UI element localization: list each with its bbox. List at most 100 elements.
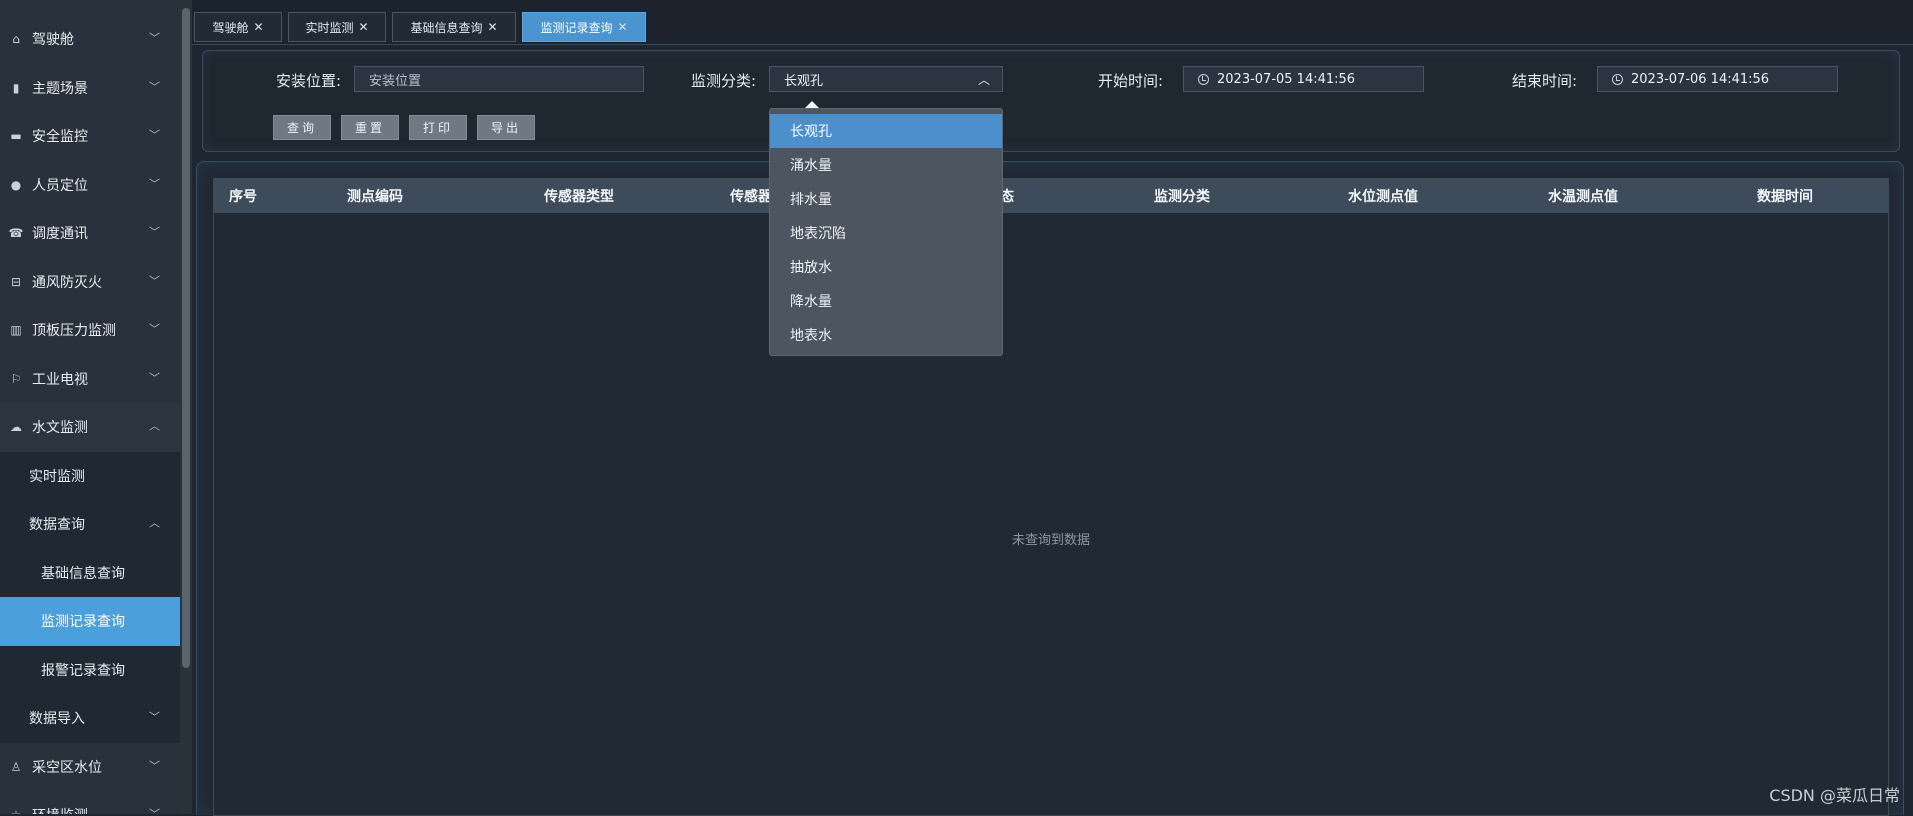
tab-label: 基础信息查询 xyxy=(410,20,483,35)
chevron-up-icon: ︿ xyxy=(149,419,160,433)
sidebar-item-label: 监测记录查询 xyxy=(41,614,125,631)
sidebar-item-theme-scene[interactable]: ▮ 主题场景 ﹀ xyxy=(0,64,182,113)
col-sensor: 传感器 xyxy=(730,189,772,205)
chevron-down-icon: ﹀ xyxy=(149,371,160,385)
col-data-time: 数据时间 xyxy=(1757,189,1813,205)
sidebar-item-label: 顶板压力监测 xyxy=(32,323,116,340)
sidebar-item-label: 水文监测 xyxy=(32,420,88,437)
sidebar-item-basic-info-query[interactable]: 基础信息查询 xyxy=(0,549,182,598)
sidebar-item-label: 通风防灭火 xyxy=(32,274,102,291)
monitor-icon: ▬ xyxy=(10,129,22,144)
dropdown-option-drainage[interactable]: 排水量 xyxy=(770,182,1002,216)
dropdown-option-inflow[interactable]: 涌水量 xyxy=(770,148,1002,182)
flag-icon: ⚐ xyxy=(10,371,22,386)
dropdown-pointer xyxy=(805,101,819,108)
location-input[interactable]: 安装位置 xyxy=(354,66,644,92)
cloud-icon: ☁ xyxy=(10,420,22,435)
print-button[interactable]: 打印 xyxy=(409,115,467,140)
close-icon[interactable]: ✕ xyxy=(617,20,627,34)
dropdown-option-subsidence[interactable]: 地表沉陷 xyxy=(770,216,1002,250)
sidebar-item-label: 调度通讯 xyxy=(32,226,88,243)
col-index: 序号 xyxy=(229,189,257,205)
chevron-up-icon: ︿ xyxy=(977,73,990,87)
sidebar-item-alarm-record-query[interactable]: 报警记录查询 xyxy=(0,646,182,695)
close-icon[interactable]: ✕ xyxy=(487,20,497,34)
col-sensor-type: 传感器类型 xyxy=(544,189,614,205)
sidebar: ⌂ 驾驶舱 ﹀ ▮ 主题场景 ﹀ ▬ 安全监控 ﹀ ● 人员定位 ﹀ ☎ 调度通… xyxy=(0,0,182,814)
chevron-down-icon: ﹀ xyxy=(149,322,160,336)
tab-label: 驾驶舱 xyxy=(212,20,249,35)
person-icon: ♙ xyxy=(10,759,22,774)
sidebar-item-label: 基础信息查询 xyxy=(41,565,125,582)
chevron-down-icon: ﹀ xyxy=(149,80,160,94)
sidebar-item-label: 环境监测 xyxy=(32,805,88,814)
end-time-value: 2023-07-06 14:41:56 xyxy=(1631,71,1770,87)
dropdown-option-precipitation[interactable]: 降水量 xyxy=(770,284,1002,318)
end-time-picker[interactable]: 2023-07-06 14:41:56 xyxy=(1597,66,1838,92)
close-icon[interactable]: ✕ xyxy=(253,20,263,34)
category-dropdown: 长观孔 涌水量 排水量 地表沉陷 抽放水 降水量 地表水 xyxy=(769,108,1003,356)
sidebar-menu: ⌂ 驾驶舱 ﹀ ▮ 主题场景 ﹀ ▬ 安全监控 ﹀ ● 人员定位 ﹀ ☎ 调度通… xyxy=(0,15,182,814)
reset-button[interactable]: 重置 xyxy=(341,115,399,140)
chevron-down-icon: ﹀ xyxy=(149,274,160,288)
sidebar-item-hydrology[interactable]: ☁ 水文监测 ︿ xyxy=(0,403,182,452)
submenu-hydrology: 实时监测 数据查询 ︿ 基础信息查询 监测记录查询 报警记录查询 数据导入 ﹀ xyxy=(0,451,182,743)
sidebar-item-label: 人员定位 xyxy=(32,177,88,194)
chevron-down-icon: ﹀ xyxy=(149,31,160,45)
sidebar-item-data-query[interactable]: 数据查询 ︿ xyxy=(0,500,182,549)
sidebar-item-environment[interactable]: ☆ 环境监测 ﹀ xyxy=(0,791,182,814)
col-water-level: 水位测点值 xyxy=(1348,189,1418,205)
sidebar-item-roof-pressure[interactable]: ▥ 顶板压力监测 ﹀ xyxy=(0,306,182,355)
sidebar-item-label: 数据查询 xyxy=(29,517,85,534)
chevron-down-icon: ﹀ xyxy=(149,710,160,724)
start-time-label: 开始时间: xyxy=(1098,72,1164,90)
chevron-down-icon: ﹀ xyxy=(149,806,160,814)
location-label: 安装位置: xyxy=(276,72,342,90)
sidebar-item-monitor-record-query[interactable]: 监测记录查询 xyxy=(0,597,182,646)
tab-cockpit[interactable]: 驾驶舱 ✕ xyxy=(194,12,282,42)
export-button[interactable]: 导出 xyxy=(477,115,535,140)
star-icon: ☆ xyxy=(9,808,23,814)
search-button[interactable]: 查询 xyxy=(273,115,331,140)
sidebar-item-cockpit[interactable]: ⌂ 驾驶舱 ﹀ xyxy=(0,15,182,64)
dropdown-option-pumping[interactable]: 抽放水 xyxy=(770,250,1002,284)
sidebar-item-realtime[interactable]: 实时监测 xyxy=(0,452,182,501)
tab-realtime[interactable]: 实时监测 ✕ xyxy=(288,12,386,42)
clock-icon xyxy=(1612,73,1623,85)
home-icon: ⌂ xyxy=(12,32,20,47)
sidebar-item-data-import[interactable]: 数据导入 ﹀ xyxy=(0,694,182,743)
col-point-code: 测点编码 xyxy=(347,189,403,205)
tab-label: 实时监测 xyxy=(305,20,354,35)
sidebar-scrollbar-thumb[interactable] xyxy=(182,8,190,668)
user-icon: ● xyxy=(10,177,22,192)
sidebar-item-industrial-tv[interactable]: ⚐ 工业电视 ﹀ xyxy=(0,355,182,404)
submenu-data-query: 基础信息查询 监测记录查询 报警记录查询 xyxy=(0,549,182,695)
start-time-value: 2023-07-05 14:41:56 xyxy=(1217,71,1356,87)
dropdown-option-surface-water[interactable]: 地表水 xyxy=(770,318,1002,352)
sidebar-item-dispatch[interactable]: ☎ 调度通讯 ﹀ xyxy=(0,209,182,258)
sidebar-item-label: 实时监测 xyxy=(29,468,85,485)
sidebar-item-label: 数据导入 xyxy=(29,711,85,728)
empty-state-text: 未查询到数据 xyxy=(1011,533,1090,548)
data-table: 序号 测点编码 传感器类型 传感器 态 监测分类 水位测点值 水温测点值 数据时… xyxy=(213,178,1889,816)
close-icon[interactable]: ✕ xyxy=(358,20,368,34)
tab-monitor-record[interactable]: 监测记录查询 ✕ xyxy=(522,12,646,42)
tab-label: 监测记录查询 xyxy=(540,20,613,35)
tab-bar: 驾驶舱 ✕ 实时监测 ✕ 基础信息查询 ✕ 监测记录查询 ✕ xyxy=(192,0,1913,45)
category-selected-value: 长观孔 xyxy=(784,73,824,89)
category-select[interactable]: 长观孔 ︿ xyxy=(769,66,1003,92)
sidebar-item-label: 主题场景 xyxy=(32,80,88,97)
sidebar-item-goaf-water-level[interactable]: ♙ 采空区水位 ﹀ xyxy=(0,743,182,792)
bar-chart-icon: ▥ xyxy=(10,323,22,338)
chevron-down-icon: ﹀ xyxy=(149,225,160,239)
sidebar-item-personnel-location[interactable]: ● 人员定位 ﹀ xyxy=(0,161,182,210)
chevron-down-icon: ﹀ xyxy=(149,177,160,191)
start-time-picker[interactable]: 2023-07-05 14:41:56 xyxy=(1183,66,1424,92)
dropdown-option-changguankong[interactable]: 长观孔 xyxy=(770,114,1002,148)
tab-basic-info[interactable]: 基础信息查询 ✕ xyxy=(392,12,516,42)
sidebar-item-ventilation[interactable]: ⊟ 通风防灭火 ﹀ xyxy=(0,258,182,307)
table-header: 序号 测点编码 传感器类型 传感器 态 监测分类 水位测点值 水温测点值 数据时… xyxy=(214,179,1888,213)
fan-icon: ⊟ xyxy=(10,274,22,289)
sidebar-item-label: 采空区水位 xyxy=(32,759,102,776)
sidebar-item-safety-monitor[interactable]: ▬ 安全监控 ﹀ xyxy=(0,112,182,161)
